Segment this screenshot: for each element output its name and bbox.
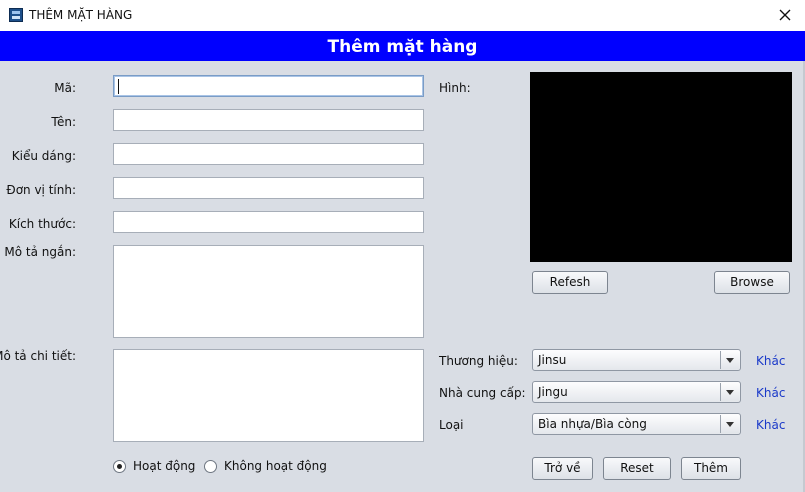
kich-thuoc-label: Kích thước: [8, 217, 76, 231]
kieu-dang-label: Kiểu dáng: [11, 149, 76, 163]
mo-ta-ngan-label: Mô tả ngắn: [4, 245, 76, 259]
nha-cung-cap-other-link[interactable]: Khác [756, 386, 785, 400]
chevron-down-icon [720, 383, 739, 401]
ten-field[interactable] [113, 109, 424, 131]
thuong-hieu-label: Thương hiệu: [439, 354, 518, 368]
title-bar: THÊM MẶT HÀNG [0, 0, 805, 31]
thuong-hieu-value: Jinsu [538, 353, 567, 367]
status-inactive-radio[interactable] [204, 460, 217, 473]
mo-ta-chi-tiet-label: Mô tả chi tiết: [0, 349, 76, 363]
ten-label: Tên: [51, 115, 76, 129]
loai-other-link[interactable]: Khác [756, 418, 785, 432]
status-active-label: Hoạt động [133, 459, 196, 473]
kich-thuoc-field[interactable] [113, 211, 424, 233]
text-caret [118, 79, 119, 94]
ma-label: Mã: [54, 81, 76, 95]
nha-cung-cap-select[interactable]: Jingu [532, 381, 741, 403]
back-button[interactable]: Trở về [532, 457, 593, 480]
mo-ta-ngan-textarea[interactable] [113, 245, 424, 338]
nha-cung-cap-value: Jingu [538, 385, 568, 399]
refresh-button[interactable]: Refesh [532, 271, 608, 294]
app-icon [9, 8, 23, 22]
chevron-down-icon [720, 351, 739, 369]
don-vi-tinh-label: Đơn vị tính: [6, 183, 76, 197]
thuong-hieu-select[interactable]: Jinsu [532, 349, 741, 371]
thuong-hieu-other-link[interactable]: Khác [756, 354, 785, 368]
status-active-radio[interactable] [113, 460, 126, 473]
don-vi-tinh-field[interactable] [113, 177, 424, 199]
status-inactive-label: Không hoạt động [224, 459, 327, 473]
loai-label: Loại [439, 418, 464, 432]
image-preview [530, 72, 792, 262]
nha-cung-cap-label: Nhà cung cấp: [439, 386, 526, 400]
page-title: Thêm mặt hàng [327, 37, 478, 57]
loai-value: Bìa nhựa/Bìa còng [538, 417, 647, 431]
chevron-down-icon [720, 415, 739, 433]
reset-button[interactable]: Reset [603, 457, 671, 480]
add-button[interactable]: Thêm [681, 457, 741, 480]
header-banner: Thêm mặt hàng [0, 31, 805, 61]
mo-ta-chi-tiet-textarea[interactable] [113, 349, 424, 442]
ma-field[interactable] [113, 75, 424, 97]
window-title: THÊM MẶT HÀNG [29, 8, 133, 22]
image-label: Hình: [439, 81, 471, 95]
close-button[interactable] [765, 0, 805, 31]
browse-button[interactable]: Browse [714, 271, 790, 294]
close-icon [779, 9, 791, 21]
kieu-dang-field[interactable] [113, 143, 424, 165]
add-item-dialog: THÊM MẶT HÀNG Thêm mặt hàng Mã: Tên: Kiể… [0, 0, 805, 492]
loai-select[interactable]: Bìa nhựa/Bìa còng [532, 413, 741, 435]
